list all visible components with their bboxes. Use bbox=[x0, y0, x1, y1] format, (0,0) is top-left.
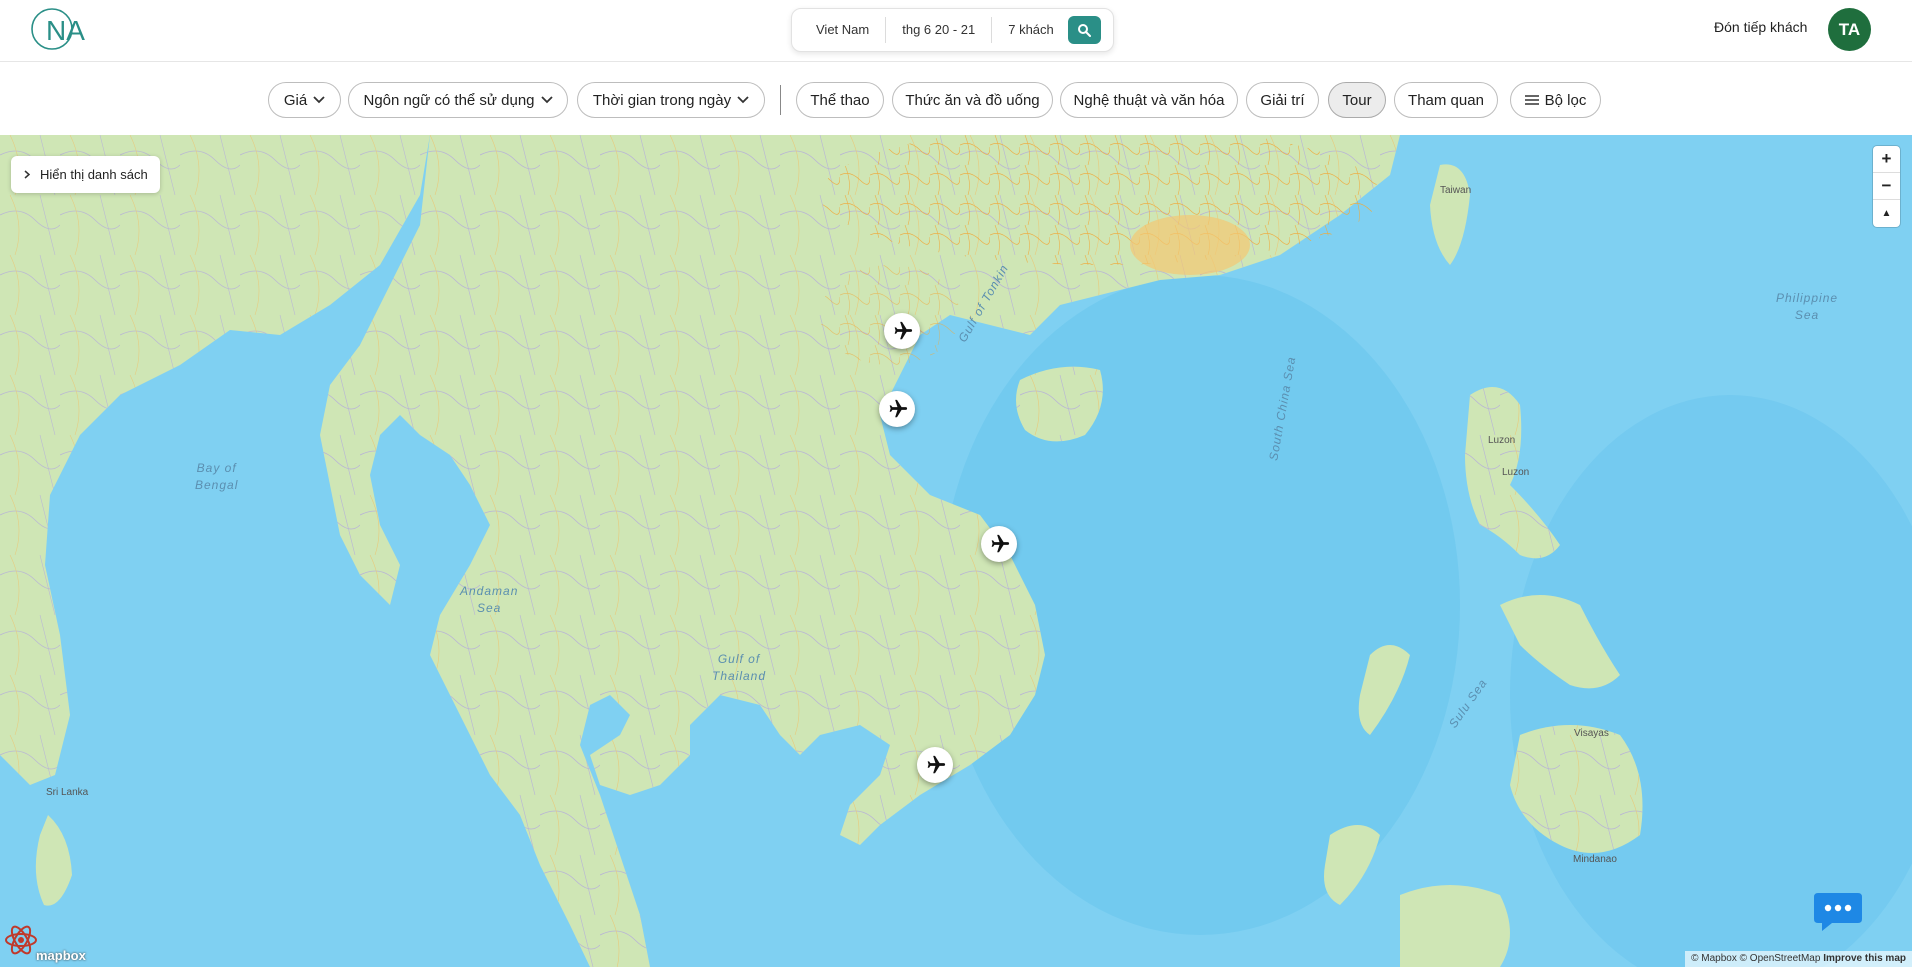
chevron-right-icon bbox=[24, 170, 30, 179]
category-food-drink[interactable]: Thức ăn và đồ uống bbox=[892, 82, 1053, 118]
attribution-mapbox[interactable]: © Mapbox bbox=[1691, 953, 1737, 964]
svg-text:NA: NA bbox=[46, 15, 85, 46]
category-sightseeing[interactable]: Tham quan bbox=[1394, 82, 1498, 118]
label-bay-of-bengal: Bay of Bengal bbox=[195, 461, 239, 492]
filter-price-dropdown[interactable]: Giá bbox=[268, 82, 341, 118]
search-icon bbox=[1078, 24, 1092, 37]
map-basemap[interactable] bbox=[0, 135, 1912, 967]
filter-language-label: Ngôn ngữ có thể sử dụng bbox=[363, 91, 535, 109]
search-location[interactable]: Viet Nam bbox=[800, 17, 887, 43]
category-entertainment[interactable]: Giải trí bbox=[1246, 82, 1319, 118]
place-taiwan: Taiwan bbox=[1440, 185, 1472, 196]
filter-divider bbox=[780, 85, 781, 115]
label-andaman-sea: Andaman Sea bbox=[460, 584, 519, 615]
more-filters-button[interactable]: Bộ lọc bbox=[1510, 82, 1601, 118]
search-dates[interactable]: thg 6 20 - 21 bbox=[886, 17, 993, 43]
category-sports[interactable]: Thể thao bbox=[796, 82, 884, 118]
search-guests[interactable]: 7 khách bbox=[992, 17, 1064, 43]
show-list-label: Hiển thị danh sách bbox=[40, 167, 148, 182]
map-attribution: © Mapbox © OpenStreetMap Improve this ma… bbox=[1685, 951, 1912, 967]
chat-button[interactable] bbox=[1812, 889, 1864, 933]
category-arts-culture[interactable]: Nghệ thuật và văn hóa bbox=[1060, 82, 1238, 118]
map-marker-hcmc[interactable] bbox=[917, 747, 953, 783]
filter-time-label: Thời gian trong ngày bbox=[592, 91, 732, 109]
chevron-down-icon bbox=[540, 96, 553, 104]
label-philippine-sea: Philippine Sea bbox=[1776, 291, 1839, 322]
airplane-icon bbox=[991, 534, 1010, 553]
show-list-button[interactable]: Hiển thị danh sách bbox=[11, 156, 160, 193]
airplane-icon bbox=[927, 755, 946, 774]
place-luzon-1: Luzon bbox=[1488, 435, 1516, 446]
compass-button[interactable]: ▲ bbox=[1873, 200, 1900, 227]
map-marker-vinh[interactable] bbox=[879, 391, 915, 427]
filter-bar: Giá Ngôn ngữ có thể sử dụng Thời gian tr… bbox=[0, 62, 1912, 135]
search-bar[interactable]: Viet Nam thg 6 20 - 21 7 khách bbox=[791, 8, 1114, 52]
avatar[interactable]: TA bbox=[1828, 8, 1871, 51]
place-mindanao: Mindanao bbox=[1573, 854, 1617, 865]
map-marker-danang[interactable] bbox=[981, 526, 1017, 562]
map-zoom-controls: + − ▲ bbox=[1873, 146, 1900, 227]
label-gulf-of-thailand: Gulf of Thailand bbox=[712, 652, 767, 683]
chevron-down-icon bbox=[313, 96, 325, 104]
host-link[interactable]: Đón tiếp khách bbox=[1714, 19, 1807, 35]
zoom-out-button[interactable]: − bbox=[1873, 173, 1900, 200]
filter-time-dropdown[interactable]: Thời gian trong ngày bbox=[577, 82, 765, 118]
map-marker-hanoi[interactable] bbox=[884, 313, 920, 349]
top-header: NA Viet Nam thg 6 20 - 21 7 khách Đón ti… bbox=[0, 0, 1912, 62]
react-devtools-icon[interactable] bbox=[4, 923, 38, 957]
chat-bubble-icon bbox=[1814, 893, 1862, 931]
map-view[interactable]: Bay of Bengal Andaman Sea Gulf of Thaila… bbox=[0, 135, 1912, 967]
brand-logo[interactable]: NA bbox=[30, 5, 92, 53]
more-filters-label: Bộ lọc bbox=[1544, 91, 1587, 109]
chevron-down-icon bbox=[737, 96, 749, 104]
zoom-in-button[interactable]: + bbox=[1873, 146, 1900, 173]
airplane-icon bbox=[894, 321, 913, 340]
search-button[interactable] bbox=[1067, 16, 1101, 44]
category-tour[interactable]: Tour bbox=[1328, 82, 1386, 118]
place-visayas: Visayas bbox=[1574, 728, 1609, 739]
mapbox-logo[interactable]: mapbox bbox=[36, 948, 86, 963]
attribution-osm[interactable]: © OpenStreetMap bbox=[1740, 953, 1821, 964]
improve-map-link[interactable]: Improve this map bbox=[1823, 953, 1906, 964]
filter-language-dropdown[interactable]: Ngôn ngữ có thể sử dụng bbox=[348, 82, 568, 118]
filter-sliders-icon bbox=[1524, 95, 1539, 105]
filter-price-label: Giá bbox=[283, 91, 308, 109]
airplane-icon bbox=[889, 399, 908, 418]
place-luzon-2: Luzon bbox=[1502, 467, 1530, 478]
place-sri-lanka: Sri Lanka bbox=[46, 787, 89, 798]
